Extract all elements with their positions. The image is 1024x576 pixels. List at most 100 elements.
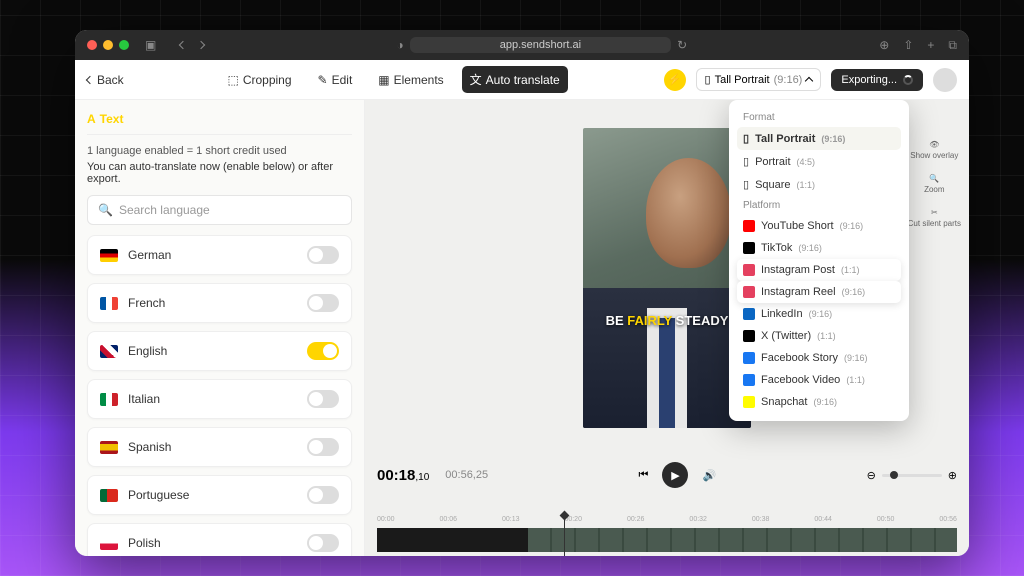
platform-option[interactable]: Snapchat (9:16) <box>737 391 901 413</box>
flag-icon <box>100 297 118 310</box>
language-toggle[interactable] <box>307 246 339 264</box>
language-name: Polish <box>128 536 297 550</box>
ruler-tick: 00:06 <box>439 516 457 526</box>
grid-icon: ▦ <box>378 73 389 87</box>
search-input[interactable]: 🔍 Search language <box>87 195 352 225</box>
export-button[interactable]: Exporting... <box>831 69 923 91</box>
magnifier-icon: 🔍 <box>929 174 939 183</box>
elements-button[interactable]: ▦ Elements <box>370 68 451 92</box>
credits-badge[interactable]: ⚡ <box>664 69 686 91</box>
cut-silent-button[interactable]: ✂Cut silent parts <box>908 208 961 228</box>
credit-info: 1 language enabled = 1 short credit used <box>87 145 352 157</box>
playhead[interactable] <box>564 516 565 556</box>
platform-option[interactable]: LinkedIn (9:16) <box>737 303 901 325</box>
dropdown-section-platform: Platform <box>737 196 901 215</box>
maximize-icon[interactable] <box>119 40 129 50</box>
ruler-tick: 00:38 <box>752 516 770 526</box>
edit-button[interactable]: ✎ Edit <box>310 68 361 92</box>
zoom-slider[interactable] <box>882 474 942 477</box>
show-overlay-button[interactable]: 👁Show overlay <box>908 140 961 160</box>
playback-bar: 00:18,10 00:56,25 ⏮ ▶ 🔊 ⊖ ⊕ <box>365 456 969 516</box>
download-icon[interactable]: ⊕ <box>879 38 889 53</box>
crop-icon: ⬚ <box>227 73 238 87</box>
language-name: Italian <box>128 392 297 406</box>
rect-icon: ▯ <box>743 132 749 145</box>
prev-button[interactable]: ⏮ <box>639 469 649 482</box>
platform-icon <box>743 374 755 386</box>
cropping-button[interactable]: ⬚ Cropping <box>219 68 299 92</box>
platform-option[interactable]: X (Twitter) (1:1) <box>737 325 901 347</box>
language-name: French <box>128 296 297 310</box>
language-toggle[interactable] <box>307 390 339 408</box>
language-toggle[interactable] <box>307 438 339 456</box>
timeline-clip[interactable] <box>528 528 957 552</box>
app-toolbar: Back ⬚ Cropping ✎ Edit ▦ Elements 文 Auto… <box>75 60 969 100</box>
browser-titlebar: ▣ ◑ app.sendshort.ai ↻ ⊕ ⇧ + ⧉ <box>75 30 969 60</box>
auto-translate-button[interactable]: 文 Auto translate <box>462 66 568 93</box>
sidebar-toggle-icon[interactable]: ▣ <box>145 38 156 52</box>
close-icon[interactable] <box>87 40 97 50</box>
format-dropdown: Format ▯Tall Portrait (9:16)▯Portrait (4… <box>729 100 909 421</box>
language-row: Polish <box>87 523 352 556</box>
nav-back-icon[interactable] <box>179 41 187 49</box>
platform-icon <box>743 220 755 232</box>
reload-icon[interactable]: ↻ <box>677 38 687 52</box>
phone-icon: ▯ <box>705 73 711 86</box>
ruler-tick: 00:50 <box>877 516 895 526</box>
tab-text[interactable]: A Text <box>87 112 352 126</box>
platform-option[interactable]: Facebook Video (1:1) <box>737 369 901 391</box>
rect-icon: ▯ <box>743 155 749 168</box>
platform-option[interactable]: Instagram Reel (9:16) <box>737 281 901 303</box>
video-preview[interactable]: BE FAIRLY STEADY <box>583 128 751 428</box>
tabs-icon[interactable]: ⧉ <box>948 38 957 53</box>
chevron-up-icon <box>805 76 813 84</box>
format-option[interactable]: ▯Portrait (4:5) <box>737 150 901 173</box>
language-name: Spanish <box>128 440 297 454</box>
platform-option[interactable]: TikTok (9:16) <box>737 237 901 259</box>
language-name: Portuguese <box>128 488 297 502</box>
language-toggle[interactable] <box>307 486 339 504</box>
format-option[interactable]: ▯Square (1:1) <box>737 173 901 196</box>
rect-icon: ▯ <box>743 178 749 191</box>
bolt-icon: ⚡ <box>668 73 682 86</box>
avatar[interactable] <box>933 68 957 92</box>
language-row: Italian <box>87 379 352 419</box>
platform-option[interactable]: Facebook Story (9:16) <box>737 347 901 369</box>
language-toggle[interactable] <box>307 534 339 552</box>
minimize-icon[interactable] <box>103 40 113 50</box>
new-tab-icon[interactable]: + <box>927 38 934 53</box>
format-selector[interactable]: ▯ Tall Portrait (9:16) <box>696 68 822 91</box>
zoom-button[interactable]: 🔍Zoom <box>908 174 961 194</box>
play-button[interactable]: ▶ <box>662 462 688 488</box>
flag-icon <box>100 393 118 406</box>
platform-icon <box>743 308 755 320</box>
flag-icon <box>100 249 118 262</box>
platform-icon <box>743 330 755 342</box>
nav-forward-icon[interactable] <box>197 41 205 49</box>
language-name: English <box>128 344 297 358</box>
address-bar[interactable]: app.sendshort.ai <box>410 37 671 53</box>
format-option[interactable]: ▯Tall Portrait (9:16) <box>737 127 901 150</box>
dropdown-section-format: Format <box>737 108 901 127</box>
platform-option[interactable]: Instagram Post (1:1) <box>737 259 901 281</box>
caption-overlay: BE FAIRLY STEADY <box>583 313 751 328</box>
platform-option[interactable]: YouTube Short (9:16) <box>737 215 901 237</box>
back-button[interactable]: Back <box>87 73 124 87</box>
flag-icon <box>100 345 118 358</box>
platform-icon <box>743 396 755 408</box>
zoom-in-button[interactable]: ⊕ <box>948 469 957 482</box>
language-toggle[interactable] <box>307 294 339 312</box>
current-time: 00:18,10 <box>377 467 429 484</box>
share-icon[interactable]: ⇧ <box>903 38 913 53</box>
ruler-tick: 00:13 <box>502 516 520 526</box>
sidebar: A Text 1 language enabled = 1 short cred… <box>75 100 365 556</box>
app-window: ▣ ◑ app.sendshort.ai ↻ ⊕ ⇧ + ⧉ Back ⬚ Cr… <box>75 30 969 556</box>
flag-icon <box>100 441 118 454</box>
volume-button[interactable]: 🔊 <box>702 469 716 482</box>
canvas-tools: 👁Show overlay 🔍Zoom ✂Cut silent parts <box>908 140 961 228</box>
window-controls <box>87 40 129 50</box>
language-toggle[interactable] <box>307 342 339 360</box>
timeline[interactable]: 00:0000:0600:1300:2000:2600:3200:3800:44… <box>365 516 969 556</box>
pencil-icon: ✎ <box>318 73 328 87</box>
zoom-out-button[interactable]: ⊖ <box>867 469 876 482</box>
